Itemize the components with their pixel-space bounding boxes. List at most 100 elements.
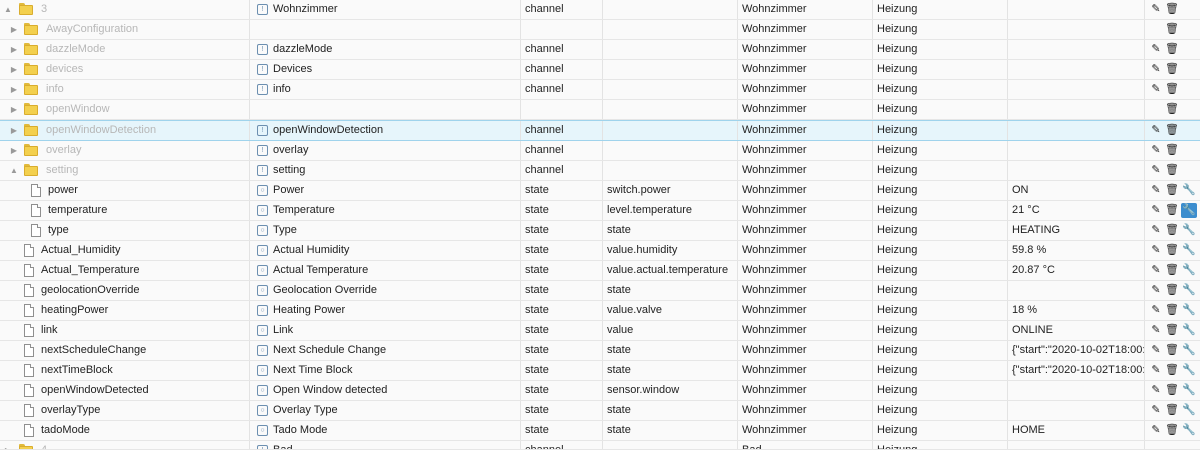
edit-icon[interactable]: ✎ bbox=[1148, 323, 1164, 338]
tree-row[interactable]: ▲ 3! Wohnzimmer channel Wohnzimmer Heizung ✎ 🗑 bbox=[0, 0, 1200, 20]
tree-row[interactable]: ▶ info! info channel Wohnzimmer Heizung ✎ 🗑 bbox=[0, 80, 1200, 100]
delete-icon[interactable]: 🗑 bbox=[1164, 323, 1180, 338]
object-name[interactable]: openWindowDetection bbox=[273, 121, 383, 140]
wrench-icon[interactable]: 🔧 bbox=[1181, 263, 1197, 278]
value-text[interactable]: 21 °C bbox=[1012, 201, 1040, 220]
object-id[interactable]: setting bbox=[46, 161, 78, 180]
edit-icon[interactable]: ✎ bbox=[1148, 42, 1164, 57]
object-id[interactable]: openWindowDetection bbox=[46, 121, 156, 140]
edit-icon[interactable]: ✎ bbox=[1148, 423, 1164, 438]
object-name[interactable]: Overlay Type bbox=[273, 401, 338, 420]
object-id[interactable]: type bbox=[48, 221, 69, 240]
object-id[interactable]: 3 bbox=[41, 0, 47, 19]
value-text[interactable]: HOME bbox=[1012, 421, 1045, 440]
wrench-icon[interactable]: 🔧 bbox=[1181, 243, 1197, 258]
tree-row[interactable]: tadoMode ○ Tado Mode state state Wohnzimmer He… bbox=[0, 421, 1200, 441]
edit-icon[interactable]: ✎ bbox=[1148, 223, 1164, 238]
object-id[interactable]: tadoMode bbox=[41, 421, 90, 440]
object-name[interactable]: Geolocation Override bbox=[273, 281, 377, 300]
wrench-icon[interactable]: 🔧 bbox=[1181, 403, 1197, 418]
tree-row[interactable]: geolocationOverride ○ Geolocation Override… bbox=[0, 281, 1200, 301]
edit-icon[interactable]: ✎ bbox=[1148, 82, 1164, 97]
edit-icon[interactable]: ✎ bbox=[1148, 383, 1164, 398]
tree-row[interactable]: ▶ dazzleMode! dazzleMode channel Wohnzimmer H… bbox=[0, 40, 1200, 60]
delete-icon[interactable]: 🗑 bbox=[1164, 123, 1180, 138]
edit-icon[interactable]: ✎ bbox=[1148, 123, 1164, 138]
tree-row[interactable]: heatingPower ○ Heating Power state value.val… bbox=[0, 301, 1200, 321]
object-id[interactable]: overlayType bbox=[41, 401, 100, 420]
value-text[interactable]: 18 % bbox=[1012, 301, 1037, 320]
delete-icon[interactable]: 🗑 bbox=[1164, 42, 1180, 57]
tree-row[interactable]: ▲ setting! setting channel Wohnzimmer Heizung… bbox=[0, 161, 1200, 181]
object-name[interactable]: Next Time Block bbox=[273, 361, 352, 380]
object-name[interactable]: Next Schedule Change bbox=[273, 341, 386, 360]
object-name[interactable]: Type bbox=[273, 221, 297, 240]
tree-row[interactable]: nextTimeBlock ○ Next Time Block state state W… bbox=[0, 361, 1200, 381]
tree-row[interactable]: ▶ devices! Devices channel Wohnzimmer Heizung… bbox=[0, 60, 1200, 80]
edit-icon[interactable]: ✎ bbox=[1148, 163, 1164, 178]
object-name[interactable]: Heating Power bbox=[273, 301, 345, 320]
object-name[interactable]: Devices bbox=[273, 60, 312, 79]
object-name[interactable]: Actual Temperature bbox=[273, 261, 368, 280]
tree-row[interactable]: ▶ overlay! overlay channel Wohnzimmer Heizung… bbox=[0, 141, 1200, 161]
object-id[interactable]: AwayConfiguration bbox=[46, 20, 138, 39]
tree-row[interactable]: Actual_Temperature ○ Actual Temperature sta… bbox=[0, 261, 1200, 281]
edit-icon[interactable]: ✎ bbox=[1148, 403, 1164, 418]
edit-icon[interactable]: ✎ bbox=[1148, 183, 1164, 198]
tree-row[interactable]: ▶ openWindow Wohnzimmer Heizung 🗑 bbox=[0, 100, 1200, 120]
tree-row[interactable]: nextScheduleChange ○ Next Schedule Change s… bbox=[0, 341, 1200, 361]
edit-icon[interactable]: ✎ bbox=[1148, 283, 1164, 298]
delete-icon[interactable]: 🗑 bbox=[1164, 183, 1180, 198]
delete-icon[interactable]: 🗑 bbox=[1164, 102, 1180, 117]
delete-icon[interactable]: 🗑 bbox=[1164, 303, 1180, 318]
wrench-icon[interactable]: 🔧 bbox=[1181, 383, 1197, 398]
edit-icon[interactable]: ✎ bbox=[1148, 143, 1164, 158]
edit-icon[interactable]: ✎ bbox=[1148, 203, 1164, 218]
wrench-icon[interactable]: 🔧 bbox=[1181, 283, 1197, 298]
object-id[interactable]: overlay bbox=[46, 141, 81, 160]
object-name[interactable]: Temperature bbox=[273, 201, 335, 220]
object-name[interactable]: Bad bbox=[273, 441, 293, 449]
delete-icon[interactable]: 🗑 bbox=[1164, 223, 1180, 238]
tree-row[interactable]: overlayType ○ Overlay Type state state Wohnzi… bbox=[0, 401, 1200, 421]
wrench-icon[interactable]: 🔧 bbox=[1181, 363, 1197, 378]
object-id[interactable]: nextScheduleChange bbox=[41, 341, 146, 360]
tree-row[interactable]: type ○ Type state state Wohnzimmer Heizung HEAT… bbox=[0, 221, 1200, 241]
delete-icon[interactable]: 🗑 bbox=[1164, 243, 1180, 258]
tree-row[interactable]: openWindowDetected ○ Open Window detected s… bbox=[0, 381, 1200, 401]
object-name[interactable]: Actual Humidity bbox=[273, 241, 349, 260]
object-id[interactable]: 4 bbox=[41, 441, 47, 449]
object-id[interactable]: openWindow bbox=[46, 100, 110, 119]
delete-icon[interactable]: 🗑 bbox=[1164, 263, 1180, 278]
object-id[interactable]: Actual_Temperature bbox=[41, 261, 139, 280]
tree-row[interactable]: ▶ AwayConfiguration Wohnzimmer Heizung 🗑 bbox=[0, 20, 1200, 40]
expand-toggle-icon[interactable]: ▲ bbox=[3, 0, 13, 19]
object-name[interactable]: Power bbox=[273, 181, 304, 200]
edit-icon[interactable]: ✎ bbox=[1148, 2, 1164, 17]
delete-icon[interactable]: 🗑 bbox=[1164, 62, 1180, 77]
collapse-toggle-icon[interactable]: ▶ bbox=[9, 121, 19, 140]
object-name[interactable]: setting bbox=[273, 161, 305, 180]
object-id[interactable]: devices bbox=[46, 60, 83, 79]
delete-icon[interactable]: 🗑 bbox=[1164, 423, 1180, 438]
collapse-toggle-icon[interactable]: ▶ bbox=[9, 60, 19, 79]
tree-row[interactable]: temperature ○ Temperature state level.temper… bbox=[0, 201, 1200, 221]
value-text[interactable]: {"start":"2020-10-02T18:00:0 bbox=[1012, 361, 1144, 380]
object-id[interactable]: power bbox=[48, 181, 78, 200]
delete-icon[interactable]: 🗑 bbox=[1164, 203, 1180, 218]
delete-icon[interactable]: 🗑 bbox=[1164, 343, 1180, 358]
object-name[interactable]: Link bbox=[273, 321, 293, 340]
collapse-toggle-icon[interactable]: ▶ bbox=[9, 40, 19, 59]
edit-icon[interactable]: ✎ bbox=[1148, 363, 1164, 378]
value-text[interactable]: 59.8 % bbox=[1012, 241, 1046, 260]
object-id[interactable]: Actual_Humidity bbox=[41, 241, 120, 260]
delete-icon[interactable]: 🗑 bbox=[1164, 22, 1180, 37]
tree-row[interactable]: power ○ Power state switch.power Wohnzimmer He… bbox=[0, 181, 1200, 201]
object-id[interactable]: openWindowDetected bbox=[41, 381, 149, 400]
wrench-icon[interactable]: 🔧 bbox=[1181, 223, 1197, 238]
value-text[interactable]: {"start":"2020-10-02T18:00:0 bbox=[1012, 341, 1144, 360]
value-text[interactable]: 20.87 °C bbox=[1012, 261, 1055, 280]
edit-icon[interactable]: ✎ bbox=[1148, 263, 1164, 278]
collapse-toggle-icon[interactable]: ▶ bbox=[3, 441, 13, 449]
delete-icon[interactable]: 🗑 bbox=[1164, 283, 1180, 298]
